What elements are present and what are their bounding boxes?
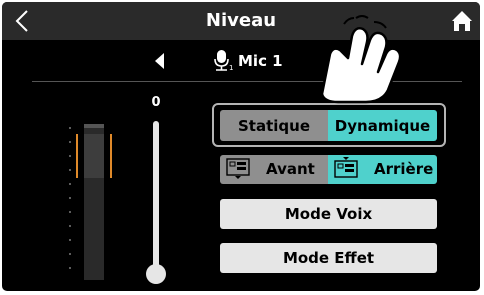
- level-meter: [69, 124, 112, 280]
- front-button[interactable]: Avant: [220, 155, 328, 184]
- mic-icon: 1: [214, 50, 233, 71]
- front-position-icon: [226, 158, 250, 179]
- voice-mode-button[interactable]: Mode Voix: [220, 199, 437, 229]
- pointing-hand-icon: [320, 15, 402, 104]
- device-screen: Niveau 1 Mic 1 0 Statique Dynamique Avan…: [2, 2, 480, 291]
- home-icon[interactable]: [450, 9, 474, 33]
- front-label: Avant: [266, 160, 315, 178]
- fader-value: 0: [151, 95, 161, 110]
- triangle-left-icon[interactable]: [149, 50, 171, 72]
- rear-button[interactable]: Arrière: [328, 155, 437, 184]
- fader-knob[interactable]: [146, 264, 166, 284]
- input-label: Mic 1: [238, 52, 283, 70]
- rear-position-icon: [334, 157, 358, 178]
- dynamic-button[interactable]: Dynamique: [328, 110, 437, 141]
- header-bar: Niveau: [2, 2, 480, 40]
- page-title: Niveau: [205, 10, 277, 31]
- fader-track[interactable]: [153, 121, 159, 276]
- effect-mode-button[interactable]: Mode Effet: [220, 243, 437, 273]
- rear-label: Arrière: [374, 160, 434, 178]
- svg-text:1: 1: [229, 64, 233, 71]
- static-button[interactable]: Statique: [220, 110, 328, 141]
